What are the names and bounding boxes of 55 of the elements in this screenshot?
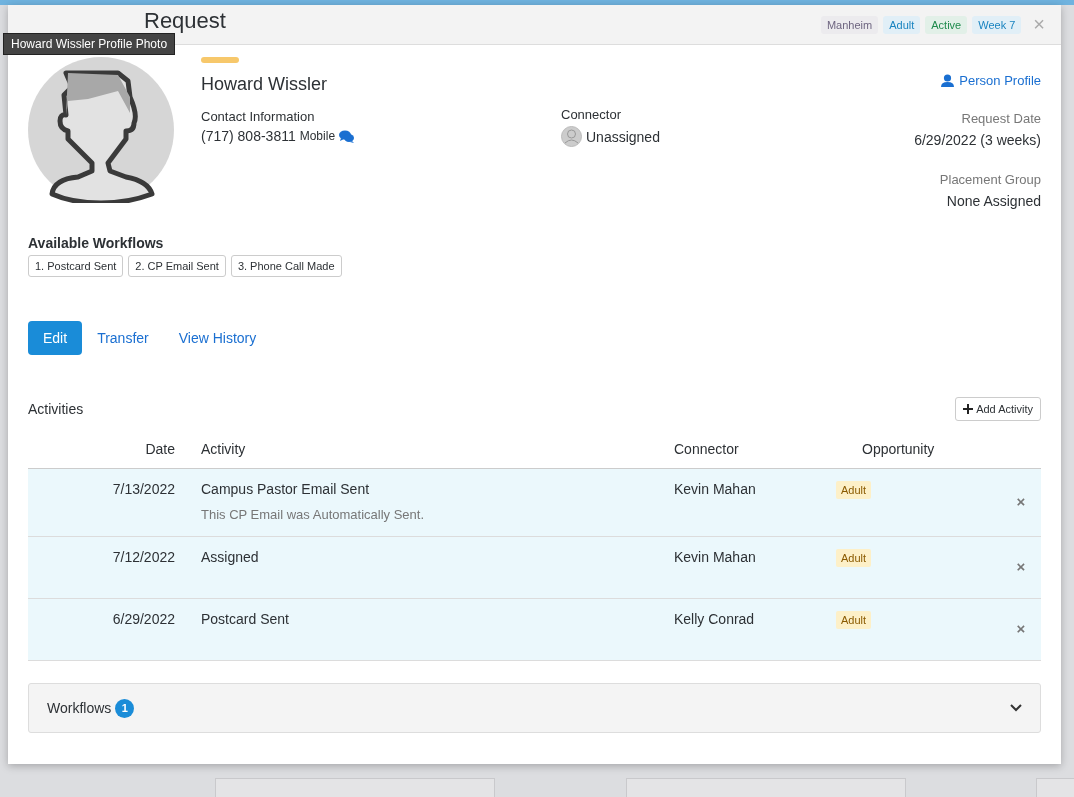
- activity-name: Campus Pastor Email Sent: [201, 481, 371, 497]
- phone-type: Mobile: [299, 129, 336, 143]
- add-activity-button[interactable]: Add Activity: [955, 397, 1041, 421]
- field-label: Request Date: [960, 111, 1041, 126]
- table-cell-text: Kevin Mahan: [673, 549, 757, 567]
- activity-name: Postcard Sent: [201, 611, 290, 627]
- tag: Active: [925, 15, 968, 34]
- column-header: Opportunity: [861, 440, 936, 457]
- person-profile-link[interactable]: Person Profile: [941, 73, 1041, 88]
- person-name: Howard Wissler: [201, 74, 329, 95]
- table-cell-text: 7/13/2022: [111, 481, 175, 499]
- chevron-icon: [1010, 704, 1022, 712]
- delete-button[interactable]: ×: [1016, 493, 1026, 510]
- section-title: Activities: [28, 401, 84, 417]
- activity-note: This CP Email was Automatically Sent.: [201, 507, 425, 522]
- count-badge: 1: [115, 698, 135, 718]
- workflow-button[interactable]: 2. CP Email Sent: [128, 255, 226, 277]
- plus-icon: [963, 404, 974, 414]
- table-cell-text: Kevin Mahan: [673, 481, 757, 499]
- opportunity-tag: Adult: [836, 611, 872, 629]
- delete-button[interactable]: ×: [1016, 558, 1026, 575]
- request-date: 6/29/2022 (3 weeks): [913, 132, 1041, 148]
- person-icon: [941, 74, 955, 87]
- column-header: Date: [144, 440, 175, 457]
- tag: Adult: [883, 15, 921, 34]
- tag: Week 7: [972, 15, 1022, 34]
- field-label: Placement Group: [938, 172, 1041, 187]
- table-cell-text: 6/29/2022: [111, 611, 175, 629]
- chat-icon: [339, 129, 355, 143]
- activity-name: Assigned: [201, 549, 260, 565]
- section-title: Available Workflows: [28, 235, 165, 251]
- edit-button[interactable]: Edit: [28, 321, 83, 355]
- table-cell-text: 7/12/2022: [111, 549, 175, 567]
- workflow-button[interactable]: 3. Phone Call Made: [230, 255, 342, 277]
- action-link[interactable]: Transfer: [82, 321, 164, 355]
- column-header: Activity: [200, 440, 247, 457]
- tooltip: Howard Wissler Profile Photo: [3, 33, 176, 55]
- field-label: Connector: [561, 107, 622, 122]
- workflow-button[interactable]: 1. Postcard Sent: [28, 255, 124, 277]
- panel-title: Workflows: [47, 700, 112, 716]
- phone-number: (717) 808-3811: [201, 128, 296, 144]
- table-cell-text: Kelly Conrad: [673, 611, 756, 629]
- action-link[interactable]: View History: [163, 321, 272, 355]
- avatar-icon: [561, 126, 582, 147]
- workflows-panel[interactable]: Workflows 1: [28, 683, 1041, 733]
- delete-button[interactable]: ×: [1016, 620, 1026, 637]
- connector-name: Unassigned: [586, 128, 660, 145]
- opportunity-tag: Adult: [836, 481, 872, 499]
- field-label: Contact Information: [201, 109, 316, 124]
- placement-group: None Assigned: [841, 193, 1041, 209]
- status-bar: [201, 57, 239, 63]
- column-header: Connector: [673, 440, 740, 457]
- dialog-title: Request: [144, 10, 227, 32]
- opportunity-tag: Adult: [836, 549, 872, 567]
- tag: Manheim: [820, 15, 879, 34]
